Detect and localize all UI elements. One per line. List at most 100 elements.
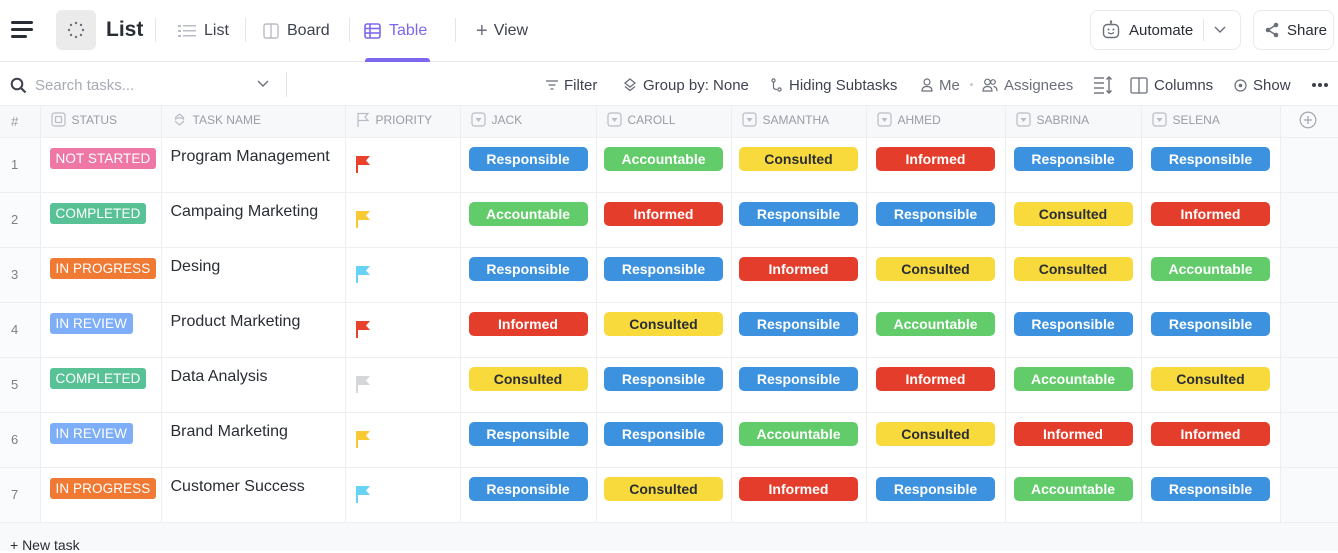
role-cell[interactable]: Accountable — [731, 412, 867, 468]
role-cell[interactable]: Accountable — [1005, 357, 1142, 413]
subtasks-button[interactable]: Hiding Subtasks — [771, 75, 897, 95]
role-cell[interactable]: Accountable — [1005, 467, 1142, 523]
task-name-cell[interactable]: Campaing Marketing — [161, 192, 346, 248]
role-cell[interactable]: Responsible — [596, 247, 732, 303]
tab-table[interactable]: Table — [364, 20, 427, 42]
menu-icon[interactable] — [11, 21, 33, 39]
role-pill[interactable]: Responsible — [604, 421, 723, 446]
tab-board[interactable]: Board — [263, 20, 330, 42]
role-pill[interactable]: Informed — [739, 476, 858, 501]
status-cell[interactable]: COMPLETED — [40, 357, 162, 413]
role-pill[interactable]: Responsible — [1151, 476, 1270, 501]
search-input[interactable] — [35, 76, 245, 94]
task-name[interactable]: Program Management — [162, 138, 345, 166]
columns-button[interactable]: Columns — [1130, 75, 1213, 95]
role-pill[interactable]: Responsible — [876, 201, 995, 226]
priority-cell[interactable] — [345, 247, 461, 303]
role-cell[interactable]: Accountable — [596, 137, 732, 193]
role-cell[interactable]: Responsible — [731, 302, 867, 358]
role-cell[interactable]: Responsible — [866, 192, 1006, 248]
priority-flag-icon[interactable] — [355, 375, 371, 393]
role-pill[interactable]: Informed — [468, 311, 588, 336]
task-name-cell[interactable]: Product Marketing — [161, 302, 346, 358]
table-row[interactable]: 5 COMPLETED Data Analysis Consulted Responsi… — [0, 357, 1338, 413]
role-cell[interactable]: Informed — [460, 302, 597, 358]
role-pill[interactable]: Accountable — [739, 421, 858, 446]
task-name-cell[interactable]: Desing — [161, 247, 346, 303]
assignees-button[interactable]: Assignees — [982, 75, 1073, 95]
list-avatar[interactable] — [56, 10, 96, 50]
status-badge[interactable]: IN REVIEW — [49, 312, 133, 334]
role-cell[interactable]: Responsible — [460, 247, 597, 303]
role-cell[interactable]: Informed — [731, 467, 867, 523]
role-cell[interactable]: Responsible — [596, 412, 732, 468]
role-pill[interactable]: Accountable — [876, 311, 995, 336]
add-view-button[interactable]: + View — [476, 20, 528, 42]
status-cell[interactable]: COMPLETED — [40, 192, 162, 248]
role-pill[interactable]: Responsible — [1013, 146, 1133, 171]
status-cell[interactable]: IN PROGRESS — [40, 467, 162, 523]
status-badge[interactable]: IN PROGRESS — [49, 257, 157, 279]
column-header-priority[interactable]: PRIORITY — [345, 106, 461, 138]
role-cell[interactable]: Responsible — [731, 357, 867, 413]
role-cell[interactable]: Responsible — [1141, 302, 1281, 358]
role-cell[interactable]: Responsible — [460, 137, 597, 193]
role-pill[interactable]: Consulted — [876, 421, 995, 446]
status-badge[interactable]: COMPLETED — [49, 202, 147, 224]
status-cell[interactable]: NOT STARTED — [40, 137, 162, 193]
table-row[interactable]: 6 IN REVIEW Brand Marketing Responsible Resp… — [0, 412, 1338, 468]
role-pill[interactable]: Responsible — [876, 476, 995, 501]
role-cell[interactable]: Responsible — [1005, 137, 1142, 193]
priority-cell[interactable] — [345, 412, 461, 468]
task-name[interactable]: Brand Marketing — [162, 413, 345, 441]
role-cell[interactable]: Informed — [866, 137, 1006, 193]
role-pill[interactable]: Responsible — [604, 256, 723, 281]
role-cell[interactable]: Responsible — [1141, 467, 1281, 523]
priority-cell[interactable] — [345, 302, 461, 358]
role-cell[interactable]: Informed — [866, 357, 1006, 413]
priority-flag-icon[interactable] — [355, 320, 371, 338]
role-pill[interactable]: Consulted — [468, 366, 588, 391]
role-pill[interactable]: Responsible — [468, 476, 588, 501]
role-pill[interactable]: Responsible — [604, 366, 723, 391]
role-cell[interactable]: Informed — [731, 247, 867, 303]
role-pill[interactable]: Informed — [1013, 421, 1133, 446]
search-box[interactable] — [10, 74, 280, 96]
role-pill[interactable]: Accountable — [604, 146, 723, 171]
role-pill[interactable]: Responsible — [1151, 311, 1270, 336]
role-cell[interactable]: Informed — [1141, 412, 1281, 468]
task-name-cell[interactable]: Customer Success — [161, 467, 346, 523]
role-cell[interactable]: Consulted — [866, 412, 1006, 468]
role-pill[interactable]: Accountable — [1013, 366, 1133, 391]
role-cell[interactable]: Accountable — [460, 192, 597, 248]
priority-cell[interactable] — [345, 467, 461, 523]
role-cell[interactable]: Responsible — [460, 467, 597, 523]
role-cell[interactable]: Consulted — [1005, 247, 1142, 303]
filter-button[interactable]: Filter — [546, 75, 597, 95]
role-pill[interactable]: Responsible — [468, 146, 588, 171]
more-options-button[interactable] — [1311, 75, 1329, 95]
priority-cell[interactable] — [345, 192, 461, 248]
role-pill[interactable]: Consulted — [1013, 201, 1133, 226]
priority-cell[interactable] — [345, 137, 461, 193]
role-cell[interactable]: Responsible — [1141, 137, 1281, 193]
column-header-caroll[interactable]: CAROLL — [596, 106, 732, 138]
role-pill[interactable]: Consulted — [876, 256, 995, 281]
status-cell[interactable]: IN REVIEW — [40, 302, 162, 358]
role-cell[interactable]: Informed — [596, 192, 732, 248]
chevron-down-icon[interactable] — [1213, 25, 1227, 35]
table-row[interactable]: 3 IN PROGRESS Desing Responsible Responsible… — [0, 247, 1338, 303]
role-cell[interactable]: Consulted — [731, 137, 867, 193]
column-header-status[interactable]: STATUS — [40, 106, 162, 138]
role-pill[interactable]: Accountable — [1013, 476, 1133, 501]
role-pill[interactable]: Informed — [1151, 421, 1270, 446]
role-cell[interactable]: Consulted — [866, 247, 1006, 303]
role-cell[interactable]: Accountable — [1141, 247, 1281, 303]
priority-flag-icon[interactable] — [355, 265, 371, 283]
role-pill[interactable]: Responsible — [468, 256, 588, 281]
role-pill[interactable]: Consulted — [604, 476, 723, 501]
task-name[interactable]: Desing — [162, 248, 345, 276]
me-filter-button[interactable]: Me — [921, 75, 960, 95]
task-name[interactable]: Customer Success — [162, 468, 345, 496]
role-cell[interactable]: Responsible — [596, 357, 732, 413]
